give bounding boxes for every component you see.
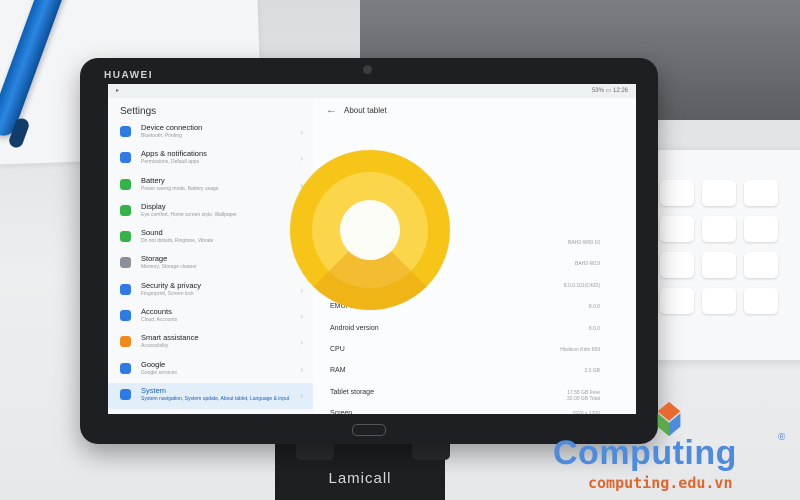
chevron-right-icon: › [300, 390, 303, 400]
oreo-hole [340, 200, 400, 260]
settings-item[interactable]: Display Eye comfort, Home screen style, W… [108, 199, 313, 225]
settings-item-title: Apps & notifications [141, 149, 207, 159]
settings-item[interactable]: Apps & notifications Permissions, Default… [108, 146, 313, 172]
settings-item-title: Battery [141, 175, 165, 185]
about-title: About tablet [344, 106, 387, 115]
settings-item-subtitle: Bluetooth, Printing [141, 133, 182, 139]
photo-scene: Lamicall HUAWEI ▸ 53% ▭ 12:26 Settings D… [0, 0, 800, 500]
settings-item-title: Accounts [141, 307, 172, 317]
chevron-right-icon: › [300, 338, 303, 348]
watermark-name: Computing [553, 434, 737, 472]
about-row-value: 1920 x 1200 [572, 411, 600, 414]
device-connection-icon [120, 126, 131, 137]
home-button[interactable] [352, 424, 386, 436]
settings-item[interactable]: SoundDo not disturb, Ringtone, Vibrate› [108, 225, 313, 251]
chevron-right-icon: › [300, 312, 303, 322]
settings-item-title: Smart assistance [141, 333, 199, 343]
status-right: 53% ▭ 12:26 [591, 88, 628, 94]
settings-item[interactable]: Accounts Cloud, Accounts › [108, 304, 313, 330]
settings-item-title: Google [141, 359, 166, 369]
settings-item[interactable]: Battery Power saving mode, Battery usage › [108, 173, 313, 199]
watermark-registered: ® [778, 432, 786, 443]
settings-item-subtitle: Power saving mode, Battery usage [141, 185, 219, 192]
about-row-value: 8.0.0 [588, 325, 600, 332]
storage-icon [120, 257, 131, 269]
settings-item-title: Storage [141, 254, 168, 264]
accounts-icon [120, 310, 131, 322]
back-arrow-icon[interactable]: ← [326, 104, 337, 116]
settings-item[interactable]: Security & privacy Fingerprint, Screen lo… [108, 278, 313, 304]
settings-item[interactable]: System System navigation, System update, … [108, 382, 313, 410]
settings-item-subtitle: Google services [141, 369, 177, 376]
settings-item-subtitle: Permissions, Default apps [141, 159, 200, 166]
about-row-value: 8.0.0 [588, 304, 600, 311]
display-icon [120, 204, 131, 216]
settings-menu: Device connection Bluetooth, Printing › App… [108, 120, 313, 410]
watermark-url: computing.edu.vn [588, 474, 733, 492]
about-row[interactable]: RAM 3.0 GB [318, 362, 636, 383]
about-row-value: 8.0.0.101(C432) [563, 282, 600, 289]
system-icon [120, 388, 131, 400]
battery-icon [120, 178, 131, 190]
google-icon [120, 362, 131, 374]
settings-item-title: System [141, 385, 167, 395]
settings-item[interactable]: Google Google services › [108, 357, 313, 383]
settings-item-subtitle: Memory, Storage cleaner [141, 264, 197, 271]
about-row-value: 17.55 GB Free 32.00 GB Total [567, 389, 600, 402]
settings-item-title: Sound [141, 228, 163, 238]
chevron-right-icon: › [300, 128, 303, 137]
about-row-label: CPU [330, 345, 345, 353]
about-row[interactable]: CPU Hisilicon Kirin 659 [318, 341, 636, 362]
settings-item[interactable]: Device connection Bluetooth, Printing › [108, 120, 313, 146]
chevron-right-icon: › [300, 285, 303, 295]
settings-item[interactable]: StorageMemory, Storage cleaner› [108, 251, 313, 277]
about-row[interactable]: Screen 1920 x 1200 [318, 405, 636, 414]
about-row-label: Screen [330, 410, 353, 414]
settings-item-title: Security & privacy [141, 280, 202, 290]
settings-item[interactable]: Smart assistance Accessibility › [108, 330, 313, 356]
about-row[interactable]: Android version 8.0.0 [318, 320, 636, 341]
settings-item-subtitle: Do not disturb, Ringtone, Vibrate [141, 238, 214, 245]
about-row-value: BAH2-W19 [574, 261, 600, 268]
about-row-value: 3.0 GB [584, 368, 600, 375]
chevron-right-icon: › [300, 154, 303, 164]
white-keyboard [640, 150, 800, 360]
about-row-label: Tablet storage [330, 388, 374, 396]
settings-pane: Settings Device connection Bluetooth, Pri… [108, 98, 313, 414]
about-row-label: Android version [330, 324, 379, 332]
watermark-logo-icon [657, 401, 681, 437]
about-row-label: RAM [330, 367, 346, 375]
shield-icon [120, 283, 131, 295]
about-row-value: Hisilicon Kirin 659 [560, 346, 600, 353]
sound-icon [120, 231, 131, 243]
apps-icon [120, 152, 131, 164]
status-left: ▸ [116, 88, 120, 94]
settings-title: Settings [120, 106, 157, 117]
settings-item-subtitle: Eye comfort, Home screen style, Wallpape… [141, 211, 237, 218]
tablet-brand: HUAWEI [104, 70, 153, 81]
settings-item-title: Device connection [141, 123, 203, 132]
settings-item-subtitle: System navigation, System update, About … [141, 395, 290, 402]
stand-brand: Lamicall [328, 470, 392, 487]
front-camera [363, 65, 372, 74]
android-oreo-logo [290, 150, 450, 310]
settings-item-subtitle: Accessibility [141, 343, 169, 350]
about-row-value: BAH2-W09 10 [568, 240, 600, 246]
settings-item-subtitle: Cloud, Accounts [141, 317, 178, 324]
assistance-icon [120, 336, 131, 348]
settings-item-subtitle: Fingerprint, Screen lock [141, 290, 194, 297]
status-bar: ▸ 53% ▭ 12:26 [108, 84, 636, 98]
chevron-right-icon: › [300, 364, 303, 374]
settings-item-title: Display [141, 201, 166, 211]
about-row[interactable]: Tablet storage 17.55 GB Free 32.00 GB Tot… [318, 384, 636, 405]
